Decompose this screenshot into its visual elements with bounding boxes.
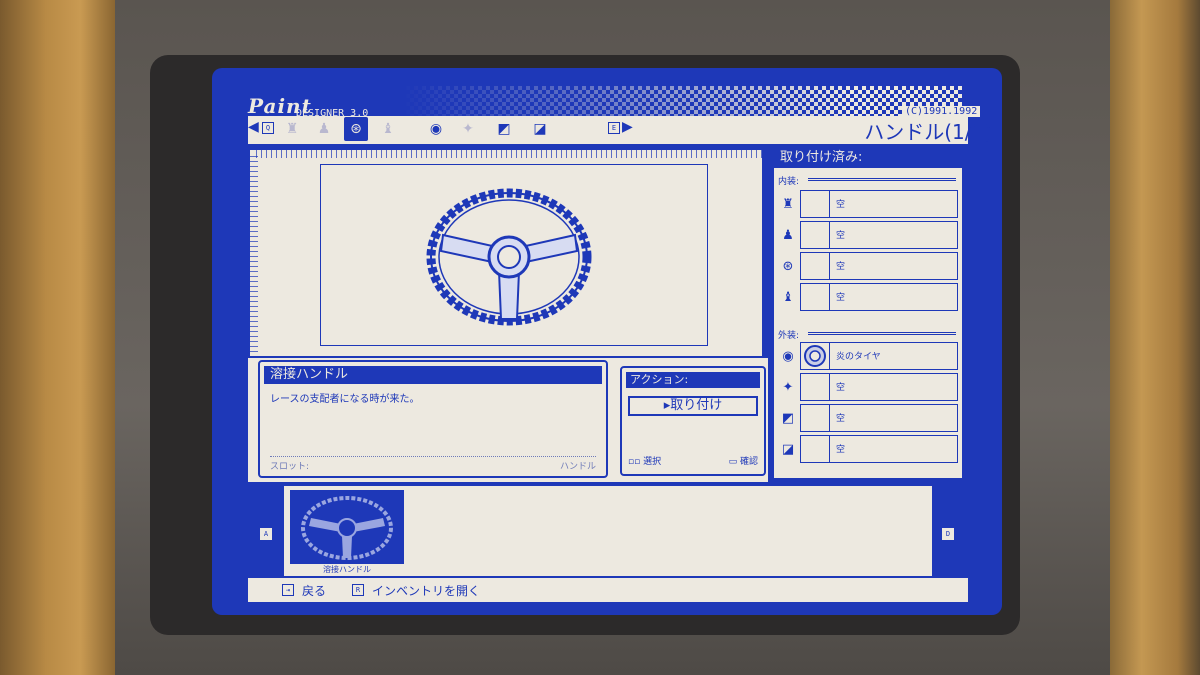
slot-name: 空 <box>830 190 958 218</box>
next-category-key: E <box>608 122 620 134</box>
slot-thumbnail <box>800 283 830 311</box>
slot-value: ハンドル <box>559 462 596 472</box>
steering-wheel-icon: ⊛ <box>782 258 794 274</box>
figure-icon: ♟ <box>782 227 794 243</box>
inventory-prev-key: A <box>260 528 272 540</box>
slot-name: 空 <box>830 373 958 401</box>
slot-thumbnail <box>800 252 830 280</box>
tab-figure[interactable]: ♟ <box>312 117 336 141</box>
item-description-panel: 溶接ハンドル レースの支配者になる時が来た。 スロット: ハンドル <box>258 360 608 478</box>
slot-thumbnail <box>800 190 830 218</box>
exhaust-icon: ✦ <box>782 379 794 395</box>
inventory-prev[interactable]: A <box>250 486 284 576</box>
exterior-divider <box>808 332 956 335</box>
inventory-strip: A 溶接ハンドル D <box>248 484 968 578</box>
interior-divider <box>808 178 956 181</box>
category-title: ハンドル(1/1) <box>864 120 992 144</box>
slot-name: 空 <box>830 435 958 463</box>
slot-label: スロット: <box>270 462 310 472</box>
slot-thumbnail <box>800 221 830 249</box>
tire-icon: ◉ <box>782 348 794 364</box>
slot-info: スロット: ハンドル <box>270 456 596 472</box>
exhaust-icon: ✦ <box>462 121 474 137</box>
shifter-icon: ♝ <box>381 121 395 137</box>
slot-thumbnail <box>800 404 830 432</box>
slot-thumbnail <box>800 342 830 370</box>
mounted-title: 取り付け済み: <box>774 148 962 168</box>
paint-icon: ◩ <box>497 121 511 137</box>
exterior-slot-paint[interactable]: ◩ 空 <box>778 404 958 432</box>
item-name: 溶接ハンドル <box>264 366 602 384</box>
item-description: レースの支配者になる時が来た。 <box>270 394 420 405</box>
preview-frame <box>320 164 708 346</box>
back-key: ⇥ <box>282 584 294 596</box>
tab-decal[interactable]: ◪ <box>528 117 552 141</box>
seat-icon: ♜ <box>285 121 299 137</box>
interior-slot-shifter[interactable]: ♝ 空 <box>778 283 958 311</box>
inventory-item[interactable] <box>290 490 404 564</box>
open-inventory-button[interactable]: インベントリを開く <box>372 582 480 599</box>
next-category-arrow-icon[interactable]: ▶ <box>622 119 633 135</box>
slot-thumbnail <box>800 435 830 463</box>
header: Paint DESIGNER 3.0 (C)1991.1992 <box>212 76 981 119</box>
inventory-next-key: D <box>942 528 954 540</box>
steering-wheel-preview-icon <box>426 188 592 326</box>
slot-name: 空 <box>830 221 958 249</box>
tab-steering-wheel[interactable]: ⊛ <box>344 117 368 141</box>
header-dither-pattern <box>402 86 962 118</box>
action-hints: ▫▫ 選択 ▭ 確認 <box>628 454 758 467</box>
part-preview-panel <box>248 148 764 358</box>
action-panel: アクション: ▸取り付け ▫▫ 選択 ▭ 確認 <box>620 366 766 476</box>
ruler-top <box>256 150 762 158</box>
exterior-slot-tire[interactable]: ◉ 炎のタイヤ <box>778 342 958 370</box>
tire-icon: ◉ <box>429 121 443 137</box>
confirm-hint: ▭ 確認 <box>728 457 758 467</box>
seat-icon: ♜ <box>782 196 794 212</box>
ruler-left <box>250 156 258 356</box>
slot-name: 空 <box>830 283 958 311</box>
exterior-label: 外装: <box>778 331 800 341</box>
inventory-next[interactable]: D <box>932 486 966 576</box>
footer-controls: ⇥ 戻る R インベントリを開く <box>282 580 498 600</box>
figure-icon: ♟ <box>317 121 331 137</box>
inventory-key: R <box>352 584 365 596</box>
footer-bar: ⇥ 戻る R インベントリを開く <box>248 578 968 602</box>
tab-shifter[interactable]: ♝ <box>376 117 400 141</box>
interior-slot-steering-wheel[interactable]: ⊛ 空 <box>778 252 958 280</box>
inventory-item-label: 溶接ハンドル <box>323 565 371 574</box>
slot-name: 炎のタイヤ <box>830 342 958 370</box>
mounted-parts-panel: 取り付け済み: 内装: ♜ 空 ♟ 空 ⊛ 空 ♝ 空 外装: ◉ 炎のタイヤ … <box>772 146 964 480</box>
decal-icon: ◪ <box>781 441 795 457</box>
steering-wheel-icon: ⊛ <box>350 121 362 137</box>
action-title: アクション: <box>626 372 760 388</box>
flame-tire-icon <box>804 345 826 367</box>
exterior-slot-exhaust[interactable]: ✦ 空 <box>778 373 958 401</box>
decal-icon: ◪ <box>533 121 547 137</box>
shifter-icon: ♝ <box>782 289 794 305</box>
prev-category-key: Q <box>262 122 274 134</box>
prev-category-arrow-icon[interactable]: ◀ <box>248 119 259 135</box>
tab-paint[interactable]: ◩ <box>492 117 516 141</box>
interior-label: 内装: <box>778 177 800 187</box>
slot-name: 空 <box>830 404 958 432</box>
tab-tire[interactable]: ◉ <box>424 117 448 141</box>
slot-thumbnail <box>800 373 830 401</box>
cabinet-side-left <box>0 0 115 675</box>
category-toolbar: ◀ Q ♜ ♟ ⊛ ♝ ◉ ✦ ◩ ◪ E ▶ <box>248 116 968 142</box>
game-screen: Paint DESIGNER 3.0 (C)1991.1992 ◀ Q ♜ ♟ … <box>212 68 1002 615</box>
install-button[interactable]: ▸取り付け <box>628 396 758 416</box>
tab-seat[interactable]: ♜ <box>280 117 304 141</box>
slot-name: 空 <box>830 252 958 280</box>
cabinet-side-right <box>1110 0 1200 675</box>
interior-slot-seat[interactable]: ♜ 空 <box>778 190 958 218</box>
tab-exhaust[interactable]: ✦ <box>456 117 480 141</box>
select-hint: ▫▫ 選択 <box>628 457 662 467</box>
back-button[interactable]: 戻る <box>302 582 326 599</box>
interior-slot-figure[interactable]: ♟ 空 <box>778 221 958 249</box>
exterior-slot-decal[interactable]: ◪ 空 <box>778 435 958 463</box>
steering-wheel-thumbnail-icon <box>301 496 393 560</box>
paint-icon: ◩ <box>781 410 795 426</box>
